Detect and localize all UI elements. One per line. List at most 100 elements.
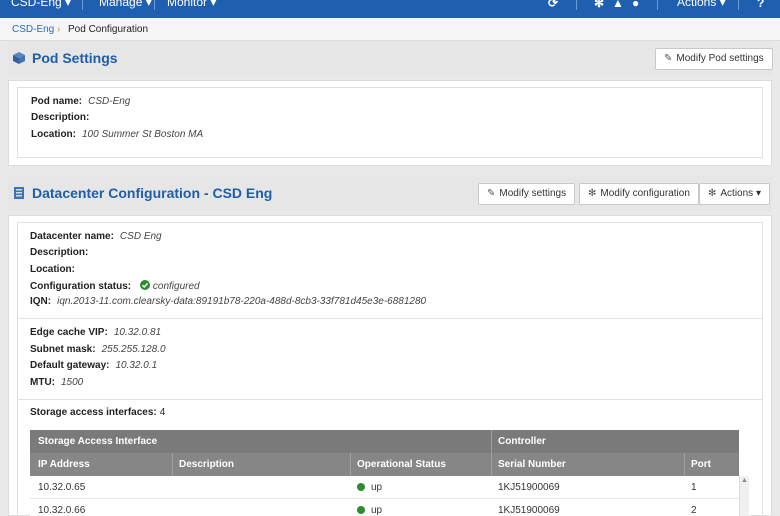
nav-monitor-menu[interactable]: Monitor ▾ (167, 0, 216, 9)
nav-separator (154, 0, 155, 10)
datacenter-description-row: Description: (30, 247, 94, 258)
subnet-mask-value: 255.255.128.0 (101, 344, 166, 355)
breadcrumb-root-link[interactable]: CSD-Eng (12, 24, 54, 35)
column-header-ip-address[interactable]: IP Address (38, 459, 90, 470)
cell-ip-address: 10.32.0.65 (38, 482, 86, 493)
status-up-icon (357, 483, 365, 491)
storage-interfaces-count-row: Storage access interfaces: 4 (30, 407, 165, 418)
default-gateway-value: 10.32.0.1 (115, 360, 158, 371)
chevron-right-icon: › (57, 24, 61, 35)
section-divider (17, 318, 763, 319)
edge-cache-vip-value: 10.32.0.81 (113, 327, 162, 338)
header-separator (172, 453, 173, 476)
modify-configuration-label: Modify configuration (600, 188, 690, 199)
nav-actions-menu[interactable]: Actions ▾ (677, 0, 726, 9)
table-row[interactable]: 10.32.0.66 up 1KJ51900069 2 (30, 499, 739, 516)
datacenter-actions-label: Actions ▾ (720, 188, 761, 199)
status-up-icon (357, 506, 365, 514)
edge-cache-vip-row: Edge cache VIP: 10.32.0.81 (30, 327, 161, 338)
modify-settings-button[interactable]: ✎ Modify settings (478, 183, 576, 205)
nav-separator (82, 0, 83, 10)
pencil-icon: ✎ (664, 53, 673, 64)
breadcrumb-current: Pod Configuration (68, 24, 149, 35)
column-header-description[interactable]: Description (179, 459, 234, 470)
group-header-storage-interface: Storage Access Interface (38, 436, 158, 447)
table-row[interactable]: 10.32.0.65 up 1KJ51900069 1 (30, 476, 739, 499)
mtu-label: MTU: (30, 377, 55, 388)
datacenter-description-label: Description: (30, 247, 89, 258)
pod-description-label: Description: (31, 112, 90, 123)
modify-pod-settings-label: Modify Pod settings (676, 53, 764, 64)
edge-cache-vip-label: Edge cache VIP: (30, 327, 108, 338)
pod-description-row: Description: (31, 112, 95, 123)
cube-icon (13, 52, 25, 64)
refresh-icon[interactable]: ⟳ (548, 0, 558, 10)
info-icon[interactable]: ● (632, 0, 639, 10)
cell-operational-status: up (357, 505, 382, 516)
section-divider (17, 399, 763, 400)
cell-serial-number: 1KJ51900069 (498, 482, 560, 493)
datacenter-location-row: Location: (30, 264, 81, 275)
status-text: up (371, 482, 383, 493)
check-circle-icon (139, 280, 150, 290)
cell-operational-status: up (357, 482, 382, 493)
configuration-status-value: configured (152, 281, 200, 292)
iqn-label: IQN: (30, 296, 52, 307)
nav-separator (738, 0, 739, 10)
storage-interfaces-count-value: 4 (159, 407, 166, 418)
datacenter-actions-button[interactable]: ✻ Actions ▾ (699, 183, 770, 205)
mtu-value: 1500 (61, 377, 84, 388)
group-header-controller: Controller (498, 436, 546, 447)
header-separator (491, 430, 492, 453)
help-icon[interactable]: ? (757, 0, 764, 10)
subnet-mask-row: Subnet mask: 255.255.128.0 (30, 344, 166, 355)
modify-settings-label: Modify settings (499, 188, 567, 199)
pod-location-value: 100 Summer St Boston MA (82, 129, 204, 140)
pod-name-row: Pod name: CSD-Eng (31, 96, 130, 107)
datacenter-name-value: CSD Eng (119, 231, 162, 242)
pod-settings-card: Pod name: CSD-Eng Description: Location: 1… (8, 80, 772, 166)
cell-serial-number: 1KJ51900069 (498, 505, 560, 516)
subnet-mask-label: Subnet mask: (30, 344, 96, 355)
datacenter-location-label: Location: (30, 264, 75, 275)
datacenter-title: Datacenter Configuration - CSD Eng (32, 185, 273, 201)
nav-pod-menu[interactable]: CSD-Eng ▾ (11, 0, 71, 9)
header-separator (684, 453, 685, 476)
cell-ip-address: 10.32.0.66 (38, 505, 86, 516)
status-text: up (371, 505, 383, 516)
default-gateway-label: Default gateway: (30, 360, 110, 371)
configuration-status-row: Configuration status: configured (30, 280, 200, 292)
server-icon (14, 187, 24, 199)
nav-separator (657, 0, 658, 10)
pod-location-row: Location: 100 Summer St Boston MA (31, 129, 203, 140)
settings-icon[interactable]: ✻ (594, 0, 604, 10)
nav-separator (576, 0, 577, 10)
modify-configuration-button[interactable]: ✻ Modify configuration (579, 183, 699, 205)
scroll-up-icon[interactable]: ▲ (741, 477, 748, 484)
table-scrollbar[interactable]: ▲ (739, 476, 749, 516)
default-gateway-row: Default gateway: 10.32.0.1 (30, 360, 157, 371)
cell-port: 1 (691, 482, 697, 493)
cell-port: 2 (691, 505, 697, 516)
column-header-serial-number[interactable]: Serial Number (498, 459, 566, 470)
column-header-port[interactable]: Port (691, 459, 711, 470)
warning-icon[interactable]: ▲ (612, 0, 624, 10)
header-separator (350, 453, 351, 476)
storage-interfaces-count-label: Storage access interfaces: (30, 407, 157, 418)
configuration-status-label: Configuration status: (30, 281, 132, 292)
pod-settings-title: Pod Settings (32, 50, 118, 66)
breadcrumb: CSD-Eng › Pod Configuration (0, 18, 780, 41)
gear-icon: ✻ (708, 188, 717, 199)
pod-settings-header: Pod Settings ✎ Modify Pod settings (8, 41, 773, 77)
column-header-operational-status[interactable]: Operational Status (357, 459, 446, 470)
iqn-row: IQN: iqn.2013-11.com.clearsky-data:89191b… (30, 296, 426, 307)
datacenter-name-row: Datacenter name: CSD Eng (30, 231, 162, 242)
nav-manage-menu[interactable]: Manage ▾ (99, 0, 152, 9)
table-column-header: IP Address Description Operational Statu… (30, 453, 739, 476)
pod-name-value: CSD-Eng (88, 96, 131, 107)
datacenter-name-label: Datacenter name: (30, 231, 114, 242)
top-navigation-bar: CSD-Eng ▾ Manage ▾ Monitor ▾ ⟳ ✻ ▲ ● Act… (0, 0, 780, 18)
iqn-value: iqn.2013-11.com.clearsky-data:89191b78-2… (57, 296, 427, 307)
modify-pod-settings-button[interactable]: ✎ Modify Pod settings (655, 48, 773, 70)
pod-location-label: Location: (31, 129, 76, 140)
